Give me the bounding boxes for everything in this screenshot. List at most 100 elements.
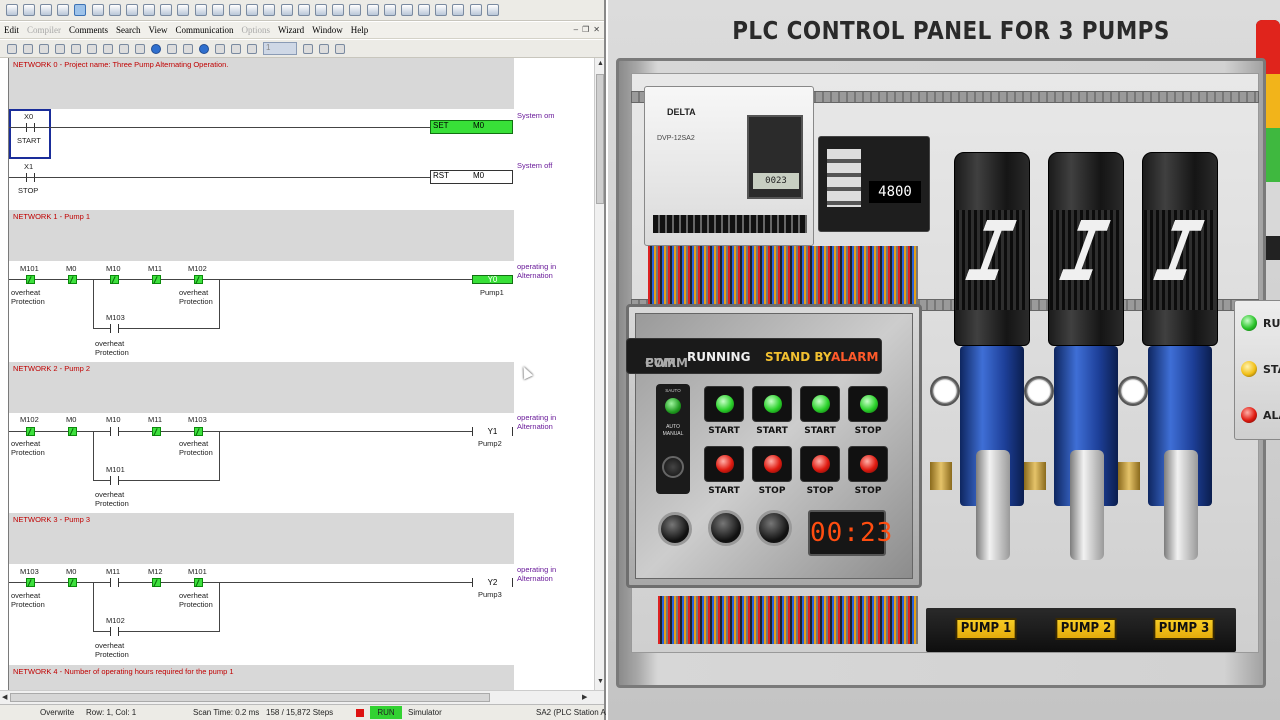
contact-m101[interactable]	[194, 578, 203, 587]
online-icon[interactable]	[486, 4, 499, 16]
close-icon[interactable]: ✕	[593, 25, 600, 34]
contact-m102[interactable]	[110, 627, 119, 636]
upload-icon[interactable]	[247, 43, 257, 54]
memory-icon[interactable]	[263, 4, 276, 16]
contact-m0[interactable]	[68, 275, 77, 284]
wizard-icon[interactable]	[160, 4, 173, 16]
chart-icon[interactable]	[211, 4, 224, 16]
scroll-thumb[interactable]	[10, 693, 490, 702]
menu-wizard[interactable]: Wizard	[278, 25, 304, 35]
menu-comments[interactable]: Comments	[69, 25, 108, 35]
copy-icon[interactable]	[87, 43, 97, 54]
device-icon[interactable]	[143, 4, 156, 16]
search-icon[interactable]	[177, 4, 190, 16]
stop-icon[interactable]	[297, 4, 310, 16]
menu-search[interactable]: Search	[116, 25, 141, 35]
timer-display: 00:23	[808, 510, 892, 556]
table-icon[interactable]	[108, 4, 121, 16]
contact-m0[interactable]	[68, 427, 77, 436]
restore-icon[interactable]: ❐	[582, 25, 589, 34]
contact-m103[interactable]	[26, 578, 35, 587]
zoom-icon[interactable]	[125, 4, 138, 16]
new-icon[interactable]	[7, 43, 17, 54]
monitor-icon[interactable]	[335, 43, 345, 54]
download-icon[interactable]	[231, 43, 241, 54]
zoom-icon[interactable]	[151, 43, 161, 54]
coil-y2[interactable]: Y2	[472, 578, 513, 587]
cut-icon[interactable]	[71, 43, 81, 54]
scroll-left-icon[interactable]: ◀	[2, 693, 7, 701]
list-icon[interactable]	[91, 4, 104, 16]
menu-communication[interactable]: Communication	[175, 25, 233, 35]
contact-m103[interactable]	[194, 427, 203, 436]
contact-m11[interactable]	[110, 578, 119, 587]
menu-help[interactable]: Help	[351, 25, 369, 35]
contact-m102[interactable]	[26, 427, 35, 436]
set-instruction[interactable]: SET M0	[430, 120, 513, 134]
new-icon[interactable]	[5, 4, 18, 16]
contact-m101[interactable]	[26, 275, 35, 284]
tree-icon[interactable]	[383, 4, 396, 16]
scroll-up-icon[interactable]: ▲	[597, 60, 604, 67]
selector-auto-label: AUTO	[666, 424, 680, 430]
menu-options[interactable]: Options	[241, 25, 270, 35]
open-icon[interactable]	[23, 43, 33, 54]
scroll-thumb[interactable]	[596, 74, 604, 204]
contact-m11[interactable]	[152, 275, 161, 284]
horizontal-scrollbar[interactable]: ◀ ▶	[0, 690, 604, 704]
redo-icon[interactable]	[135, 43, 145, 54]
contact-m10[interactable]	[110, 427, 119, 436]
contact-m103[interactable]	[110, 324, 119, 333]
vertical-scrollbar[interactable]: ▲ ▼	[594, 58, 604, 690]
ladder-diagram[interactable]: NETWORK 0 - Project name: Three Pump Alt…	[0, 58, 594, 690]
monitor-icon[interactable]	[74, 4, 87, 16]
contact-m101[interactable]	[110, 476, 119, 485]
upload-icon[interactable]	[418, 4, 431, 16]
list2-icon[interactable]	[332, 4, 345, 16]
menu-compiler[interactable]: Compiler	[27, 25, 61, 35]
refresh-icon[interactable]	[319, 43, 329, 54]
minimize-icon[interactable]: –	[574, 25, 578, 34]
contact-address: M101	[106, 465, 125, 474]
compare-icon[interactable]	[469, 4, 482, 16]
print-icon[interactable]	[57, 4, 70, 16]
contact-m11[interactable]	[152, 427, 161, 436]
open-icon[interactable]	[22, 4, 35, 16]
contact-m10[interactable]	[110, 275, 119, 284]
rst-instruction[interactable]: RST M0	[430, 170, 513, 184]
undo-icon[interactable]	[119, 43, 129, 54]
save-icon[interactable]	[39, 43, 49, 54]
scroll-right-icon[interactable]: ▶	[582, 693, 587, 701]
paste-icon[interactable]	[103, 43, 113, 54]
grid2-icon[interactable]	[366, 4, 379, 16]
step-input[interactable]: 1	[263, 42, 297, 55]
map-icon[interactable]	[229, 4, 242, 16]
zoom-in-icon[interactable]	[167, 43, 177, 54]
save-icon[interactable]	[39, 4, 52, 16]
settings-icon[interactable]	[194, 4, 207, 16]
menu-window[interactable]: Window	[312, 25, 343, 35]
time-icon[interactable]	[314, 4, 327, 16]
print-icon[interactable]	[55, 43, 65, 54]
coil-y0[interactable]: Y0	[472, 275, 513, 284]
help-icon[interactable]	[199, 43, 209, 54]
menu-edit[interactable]: Edit	[4, 25, 19, 35]
io-icon[interactable]	[435, 4, 448, 16]
record-icon[interactable]	[280, 4, 293, 16]
contact-m0[interactable]	[68, 578, 77, 587]
contact-comment: overheat Protection	[179, 439, 213, 457]
coil-y1[interactable]: Y1	[472, 427, 513, 436]
branch-line	[219, 431, 220, 481]
menu-view[interactable]: View	[149, 25, 168, 35]
contact-m102[interactable]	[194, 275, 203, 284]
grid-icon[interactable]	[349, 4, 362, 16]
scroll-down-icon[interactable]: ▼	[597, 678, 604, 685]
table2-icon[interactable]	[246, 4, 259, 16]
contact-m12[interactable]	[152, 578, 161, 587]
sim-icon[interactable]	[452, 4, 465, 16]
online-icon[interactable]	[303, 43, 313, 54]
zoom-out-icon[interactable]	[183, 43, 193, 54]
compile-icon[interactable]	[215, 43, 225, 54]
contact-address: M0	[66, 264, 77, 273]
download-icon[interactable]	[400, 4, 413, 16]
